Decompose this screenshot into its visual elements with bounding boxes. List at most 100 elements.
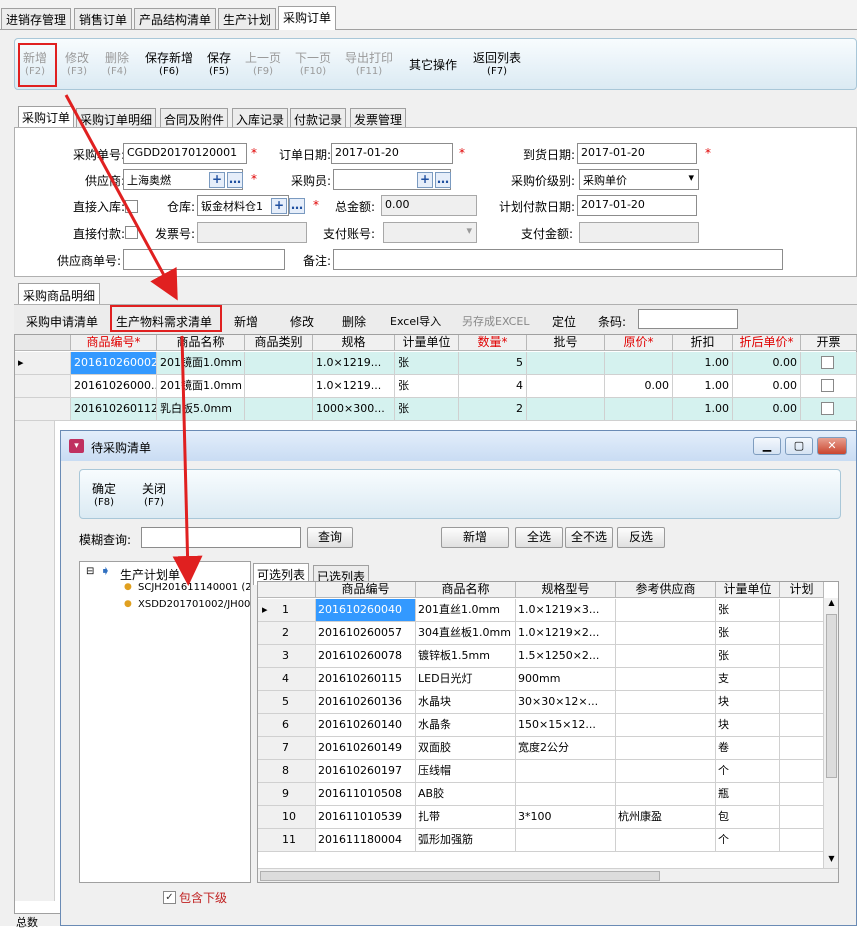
dialog-cell-name[interactable]: 水晶块 bbox=[416, 691, 516, 713]
query-button[interactable]: 查询 bbox=[307, 527, 353, 548]
cell-price[interactable] bbox=[605, 352, 673, 374]
subtab-payment[interactable]: 付款记录 bbox=[290, 108, 347, 128]
tab-purchase-order[interactable]: 采购订单 bbox=[278, 6, 337, 30]
cell-code[interactable]: 201610260112 bbox=[71, 398, 157, 420]
tab-inventory[interactable]: 进销存管理 bbox=[1, 8, 72, 29]
dialog-cell-supplier[interactable] bbox=[616, 829, 716, 851]
select-all-button[interactable]: 全选 bbox=[515, 527, 563, 548]
purchase-request-button[interactable]: 采购申请清单 bbox=[26, 313, 98, 330]
dialog-cell-spec[interactable]: 1.0×1219×2... bbox=[516, 622, 616, 644]
dialog-cell-spec[interactable]: 1.5×1250×2... bbox=[516, 645, 616, 667]
grid-delete-button[interactable]: 删除 bbox=[342, 313, 366, 330]
cell-category[interactable] bbox=[245, 375, 313, 397]
dialog-cell-code[interactable]: 201611180004 bbox=[316, 829, 416, 851]
dialog-cell-code[interactable]: 201610260136 bbox=[316, 691, 416, 713]
subtab-invoice[interactable]: 发票管理 bbox=[350, 108, 407, 128]
cell-net-price[interactable]: 0.00 bbox=[733, 398, 801, 420]
grid-edit-button[interactable]: 修改 bbox=[290, 313, 314, 330]
dialog-cell-name[interactable]: 镀锌板1.5mm bbox=[416, 645, 516, 667]
dialog-cell-code[interactable]: 201611010508 bbox=[316, 783, 416, 805]
excel-import-button[interactable]: Excel导入 bbox=[390, 313, 441, 329]
dialog-cell-unit[interactable]: 个 bbox=[716, 760, 780, 782]
dialog-add-button[interactable]: 新增 bbox=[441, 527, 509, 548]
tab-production-plan[interactable]: 生产计划 bbox=[218, 8, 277, 29]
dialog-cell-supplier[interactable] bbox=[616, 599, 716, 621]
direct-in-checkbox[interactable] bbox=[125, 200, 138, 213]
cell-name[interactable]: 201镜面1.0mm bbox=[157, 375, 245, 397]
dialog-col-name[interactable]: 商品名称 bbox=[416, 582, 516, 598]
dialog-cell-supplier[interactable]: 杭州康盈 bbox=[616, 806, 716, 828]
dialog-cell-name[interactable]: 304直丝板1.0mm bbox=[416, 622, 516, 644]
cell-name[interactable]: 乳白板5.0mm bbox=[157, 398, 245, 420]
supplier-field[interactable]: 上海奥燃 bbox=[123, 169, 243, 190]
plus-icon[interactable]: + bbox=[271, 198, 287, 214]
col-net-price[interactable]: 折后单价* bbox=[733, 335, 801, 351]
dialog-cell-spec[interactable]: 宽度2公分 bbox=[516, 737, 616, 759]
subtab-contract[interactable]: 合同及附件 bbox=[160, 108, 229, 128]
cell-category[interactable] bbox=[245, 398, 313, 420]
table-row[interactable]: 11 201611180004 弧形加强筋 个 bbox=[258, 829, 824, 852]
cell-spec[interactable]: 1.0×1219... bbox=[313, 375, 395, 397]
subtab-order[interactable]: 采购订单 bbox=[18, 106, 75, 128]
buyer-field[interactable] bbox=[333, 169, 451, 190]
dialog-cell-unit[interactable]: 张 bbox=[716, 622, 780, 644]
invoice-checkbox[interactable] bbox=[821, 356, 834, 369]
col-category[interactable]: 商品类别 bbox=[245, 335, 313, 351]
direct-pay-checkbox[interactable] bbox=[125, 226, 138, 239]
cell-batch[interactable] bbox=[527, 398, 605, 420]
dialog-cell-code[interactable]: 201610260149 bbox=[316, 737, 416, 759]
tab-bom[interactable]: 产品结构清单 bbox=[134, 8, 217, 29]
table-row[interactable]: 3 201610260078 镀锌板1.5mm 1.5×1250×2... 张 bbox=[258, 645, 824, 668]
cell-spec[interactable]: 1.0×1219... bbox=[313, 352, 395, 374]
col-code[interactable]: 商品编号* bbox=[71, 335, 157, 351]
more-icon[interactable]: … bbox=[227, 172, 243, 188]
fuzzy-search-input[interactable] bbox=[141, 527, 301, 548]
cell-spec[interactable]: 1000×300... bbox=[313, 398, 395, 420]
cell-price[interactable]: 0.00 bbox=[605, 375, 673, 397]
confirm-button[interactable]: 确定 (F8) bbox=[92, 482, 116, 510]
plan-pay-date-field[interactable]: 2017-01-20 bbox=[577, 195, 697, 216]
dialog-cell-plan[interactable] bbox=[780, 806, 824, 828]
col-price[interactable]: 原价* bbox=[605, 335, 673, 351]
delete-button[interactable]: 删除 (F4) bbox=[105, 51, 129, 79]
dialog-cell-code[interactable]: 201611010539 bbox=[316, 806, 416, 828]
col-invoice[interactable]: 开票 bbox=[801, 335, 857, 351]
dialog-cell-name[interactable]: 201直丝1.0mm bbox=[416, 599, 516, 621]
invoice-checkbox[interactable] bbox=[821, 402, 834, 415]
table-row[interactable]: 201610260112 乳白板5.0mm 1000×300... 张 2 1.… bbox=[15, 398, 857, 421]
cell-code[interactable]: 20161026000... bbox=[71, 375, 157, 397]
cell-batch[interactable] bbox=[527, 375, 605, 397]
dialog-cell-code[interactable]: 201610260140 bbox=[316, 714, 416, 736]
cell-price[interactable] bbox=[605, 398, 673, 420]
cell-qty[interactable]: 2 bbox=[459, 398, 527, 420]
dialog-cell-plan[interactable] bbox=[780, 622, 824, 644]
subtab-order-detail[interactable]: 采购订单明细 bbox=[76, 108, 157, 128]
dialog-cell-name[interactable]: 水晶条 bbox=[416, 714, 516, 736]
save-button[interactable]: 保存 (F5) bbox=[207, 51, 231, 79]
close-icon[interactable]: ✕ bbox=[817, 437, 847, 455]
more-icon[interactable]: … bbox=[435, 172, 451, 188]
dialog-cell-unit[interactable]: 块 bbox=[716, 691, 780, 713]
cell-name[interactable]: 201镜面1.0mm bbox=[157, 352, 245, 374]
dialog-cell-plan[interactable] bbox=[780, 760, 824, 782]
dialog-col-unit[interactable]: 计量单位 bbox=[716, 582, 780, 598]
dialog-cell-spec[interactable] bbox=[516, 829, 616, 851]
dialog-cell-plan[interactable] bbox=[780, 783, 824, 805]
dialog-cell-plan[interactable] bbox=[780, 737, 824, 759]
pay-amount-field[interactable] bbox=[579, 222, 699, 243]
dialog-cell-plan[interactable] bbox=[780, 829, 824, 851]
tree-collapse-icon[interactable]: ⊟ bbox=[86, 566, 94, 577]
tree-root[interactable]: 生产计划单 bbox=[120, 566, 180, 583]
prev-page-button[interactable]: 上一页 (F9) bbox=[245, 51, 281, 79]
dialog-cell-spec[interactable] bbox=[516, 760, 616, 782]
dialog-cell-spec[interactable]: 1.0×1219×3... bbox=[516, 599, 616, 621]
more-icon[interactable]: … bbox=[289, 198, 305, 214]
tree-node[interactable]: XSDD201701002/JH00 bbox=[138, 599, 250, 610]
minimize-icon[interactable]: ▁ bbox=[753, 437, 781, 455]
plus-icon[interactable]: + bbox=[417, 172, 433, 188]
tree-node[interactable]: SCJH201611140001 (2 bbox=[138, 582, 250, 593]
pay-account-select[interactable]: ▾ bbox=[383, 222, 477, 243]
vertical-scrollbar[interactable]: ▲ ▼ bbox=[823, 598, 838, 868]
next-page-button[interactable]: 下一页 (F10) bbox=[295, 51, 331, 79]
scroll-thumb[interactable] bbox=[826, 614, 837, 778]
